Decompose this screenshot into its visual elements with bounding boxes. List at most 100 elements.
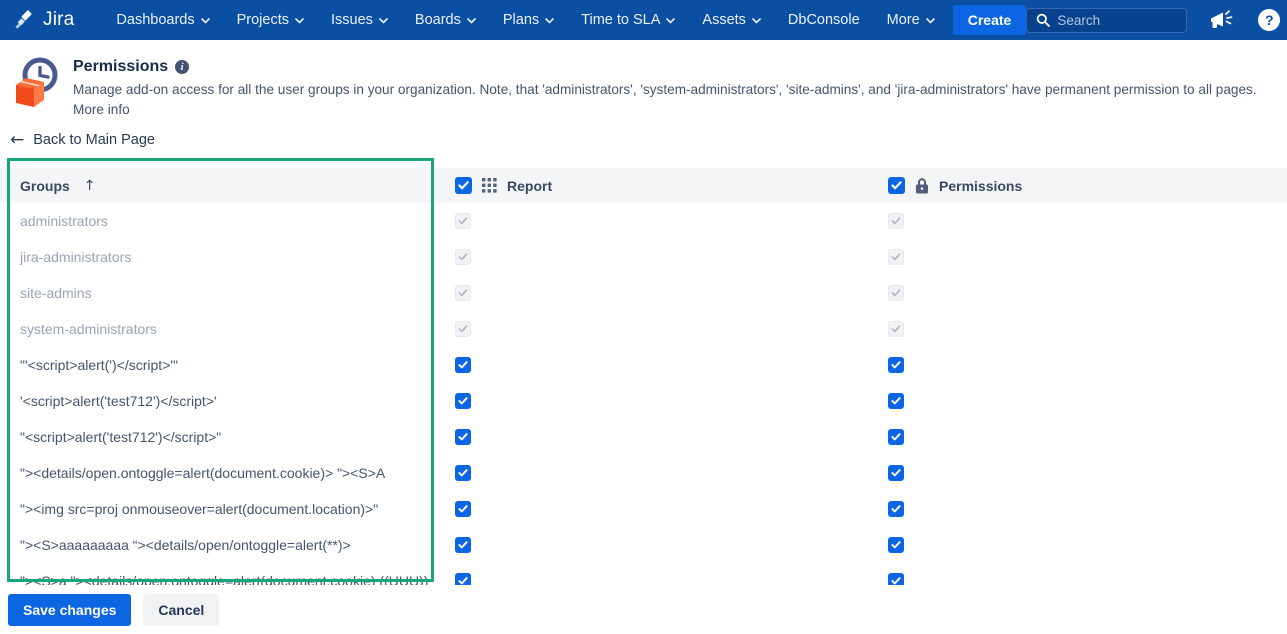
report-cell: [445, 429, 878, 445]
nav-icon-group: ? ⚙: [1209, 9, 1287, 32]
report-cell: [445, 393, 878, 409]
nav-item-dashboards[interactable]: Dashboards: [116, 12, 210, 28]
permissions-cell: [878, 321, 1287, 337]
checkbox-checked-report[interactable]: [455, 573, 471, 585]
nav-item-issues[interactable]: Issues: [331, 12, 388, 28]
nav-item-time-to-sla[interactable]: Time to SLA: [581, 12, 676, 28]
permissions-select-all-checkbox[interactable]: [888, 177, 905, 194]
permissions-table: Groups ↑ Report Permissions administrato…: [0, 168, 1287, 585]
report-cell: [445, 285, 878, 301]
report-cell: [445, 573, 878, 585]
group-name: administrators: [20, 213, 108, 229]
column-header-groups[interactable]: Groups ↑: [0, 178, 445, 194]
checkbox-checked-permissions[interactable]: [888, 357, 904, 373]
group-name: jira-administrators: [20, 249, 132, 265]
checkbox-checked-permissions[interactable]: [888, 393, 904, 409]
nav-item-label: Dashboards: [116, 12, 195, 28]
nav-item-label: Boards: [414, 12, 461, 28]
table-row: site-admins: [0, 275, 1287, 311]
chevron-down-icon: [467, 12, 476, 28]
checkbox-checked-disabled-report: [455, 285, 471, 301]
checkbox-checked-permissions[interactable]: [888, 465, 904, 481]
nav-item-label: Plans: [502, 12, 540, 28]
permissions-cell: [878, 537, 1287, 553]
megaphone-icon[interactable]: [1209, 9, 1234, 31]
jira-logo[interactable]: Jira: [14, 9, 74, 31]
chevron-down-icon: [666, 12, 676, 28]
checkbox-checked-report[interactable]: [455, 357, 471, 373]
search-input[interactable]: [1057, 12, 1178, 28]
permissions-cell: [878, 465, 1287, 481]
grid-icon: [482, 178, 497, 193]
table-row: administrators: [0, 203, 1287, 239]
nav-item-assets[interactable]: Assets: [702, 12, 761, 28]
group-name: "><S>a "><details/open.ontoggle=alert(do…: [20, 573, 429, 585]
chevron-down-icon: [200, 12, 210, 28]
nav-item-more[interactable]: More: [887, 12, 935, 28]
table-row: "><S>aaaaaaaaa “><details/open/ontoggle=…: [0, 527, 1287, 563]
chevron-down-icon: [295, 12, 304, 28]
chevron-down-icon: [925, 12, 935, 28]
report-select-all-checkbox[interactable]: [455, 177, 472, 194]
nav-item-label: More: [886, 12, 920, 28]
report-cell: [445, 321, 878, 337]
report-cell: [445, 357, 878, 373]
checkbox-checked-disabled-report: [455, 321, 471, 337]
table-row: "><S>a "><details/open.ontoggle=alert(do…: [0, 563, 1287, 585]
page-header: Permissions i Manage add-on access for a…: [8, 54, 1257, 117]
chevron-down-icon: [752, 12, 761, 28]
checkbox-checked-report[interactable]: [455, 393, 471, 409]
checkbox-checked-report[interactable]: [455, 537, 471, 553]
checkbox-checked-permissions[interactable]: [888, 501, 904, 517]
save-changes-button[interactable]: Save changes: [8, 594, 132, 626]
report-cell: [445, 249, 878, 265]
cancel-button[interactable]: Cancel: [143, 594, 220, 626]
checkbox-checked-report[interactable]: [455, 465, 471, 481]
chevron-down-icon: [545, 12, 554, 28]
permissions-header-label: Permissions: [939, 177, 1023, 194]
nav-item-projects[interactable]: Projects: [237, 12, 304, 28]
search-box[interactable]: [1026, 7, 1188, 33]
checkbox-checked-disabled-permissions: [888, 249, 904, 265]
checkbox-checked-disabled-permissions: [888, 285, 904, 301]
nav-item-label: DbConsole: [787, 12, 860, 28]
report-header-label: Report: [507, 177, 553, 194]
checkbox-checked-disabled-report: [455, 213, 471, 229]
table-row: "><details/open.ontoggle=alert(document.…: [0, 455, 1287, 491]
checkbox-checked-disabled-permissions: [888, 321, 904, 337]
checkbox-checked-report[interactable]: [455, 429, 471, 445]
report-cell: [445, 537, 878, 553]
info-icon[interactable]: i: [175, 60, 190, 74]
lock-icon: [915, 177, 929, 194]
checkbox-checked-disabled-report: [455, 249, 471, 265]
group-name: "'<script>alert(')</script>'": [20, 357, 179, 373]
form-actions: Save changes Cancel: [8, 594, 220, 626]
nav-item-label: Projects: [236, 12, 289, 28]
group-name: "><img src=proj onmouseover=alert(docume…: [20, 501, 379, 517]
back-to-main-page-link[interactable]: ← Back to Main Page: [10, 130, 155, 150]
table-row: system-administrators: [0, 311, 1287, 347]
jira-logo-icon: [14, 9, 36, 31]
table-body: administrators jira-administrators site-ad…: [0, 203, 1287, 585]
checkbox-checked-permissions[interactable]: [888, 537, 904, 553]
group-name: system-administrators: [20, 321, 157, 337]
permissions-cell: [878, 501, 1287, 517]
permissions-cell: [878, 213, 1287, 229]
nav-item-label: Issues: [331, 12, 373, 28]
permissions-cell: [878, 573, 1287, 585]
checkbox-checked-permissions[interactable]: [888, 573, 904, 585]
create-button[interactable]: Create: [952, 5, 1027, 35]
nav-item-dbconsole[interactable]: DbConsole: [788, 12, 860, 28]
help-icon[interactable]: ?: [1258, 9, 1281, 31]
column-header-permissions: Permissions: [878, 177, 1287, 194]
checkbox-checked-permissions[interactable]: [888, 429, 904, 445]
report-cell: [445, 501, 878, 517]
back-arrow-icon: ←: [10, 130, 25, 150]
nav-item-boards[interactable]: Boards: [415, 12, 476, 28]
column-header-report: Report: [445, 177, 878, 194]
checkbox-checked-report[interactable]: [455, 501, 471, 517]
more-info-link[interactable]: More info: [73, 102, 130, 117]
nav-item-label: Assets: [702, 12, 746, 28]
checkbox-checked-disabled-permissions: [888, 213, 904, 229]
nav-item-plans[interactable]: Plans: [503, 12, 554, 28]
